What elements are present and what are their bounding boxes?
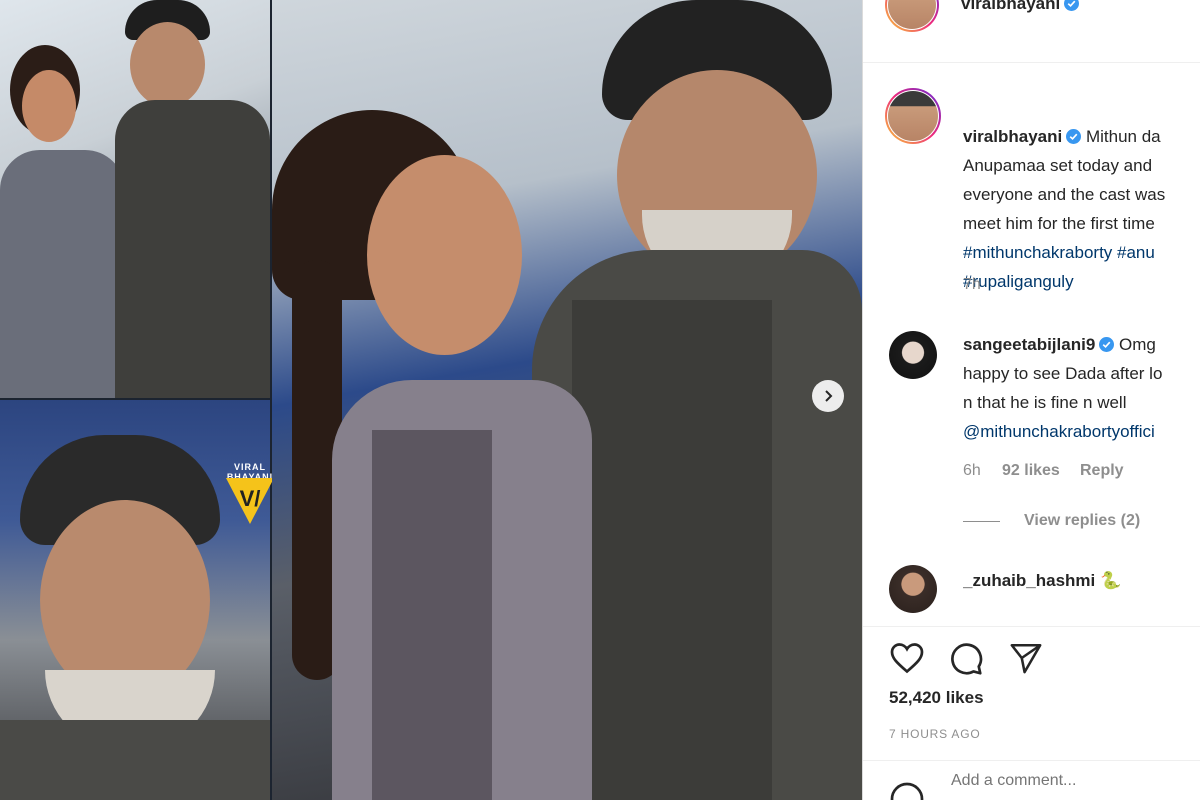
like-count[interactable]: 52,420 likes: [889, 688, 984, 708]
comment-line: Omg: [1119, 335, 1156, 354]
chevron-right-icon: [825, 390, 833, 402]
shawl-shape: [115, 100, 270, 398]
comment-icon: [951, 643, 983, 675]
photo-bottom-left: [0, 400, 270, 800]
photo-main: [272, 0, 862, 800]
hashtag-line[interactable]: #mithunchakraborty #anu: [963, 238, 1200, 267]
watermark-logo: V/: [226, 478, 274, 524]
like-button[interactable]: [889, 641, 925, 678]
comment-like-count[interactable]: 92 likes: [1002, 462, 1060, 480]
saree-pallu: [372, 430, 492, 800]
caption-line: meet him for the first time: [963, 214, 1155, 233]
face-shape-2: [130, 22, 205, 107]
caption-username[interactable]: viralbhayani: [963, 127, 1082, 146]
collage-left-column: VIRAL BHAYANI V/: [0, 0, 274, 800]
commenter-avatar[interactable]: [889, 331, 937, 379]
action-bar: [863, 626, 1200, 687]
svg-text:V/: V/: [240, 486, 261, 511]
caption-line: Anupamaa set today and: [963, 156, 1153, 175]
smiley-icon[interactable]: [889, 781, 925, 800]
comment-username[interactable]: _zuhaib_hashmi: [963, 571, 1095, 590]
view-replies-button[interactable]: View replies (2): [1024, 512, 1140, 530]
comment-line: n that he is fine n well: [963, 393, 1127, 412]
post-media[interactable]: VIRAL BHAYANI V/: [0, 0, 862, 800]
shawl-shape-2: [0, 720, 270, 800]
post-time-ago[interactable]: 7 HOURS AGO: [889, 727, 981, 741]
add-comment-input[interactable]: [949, 771, 1173, 791]
next-slide-button[interactable]: [812, 380, 844, 412]
hashtag-line[interactable]: #rupaliganguly: [963, 267, 1200, 296]
shirt-shape-main: [572, 300, 772, 800]
comment-username[interactable]: sangeetabijlani9: [963, 335, 1115, 354]
photo-top-left: [0, 0, 270, 398]
header-username[interactable]: viralbhayani: [961, 0, 1080, 14]
saree-shape: [0, 150, 125, 398]
verified-badge-icon: [1099, 337, 1115, 352]
verified-badge-icon: [1066, 129, 1082, 144]
post-header: viralbhayani: [863, 0, 1200, 63]
add-comment-bar: [863, 760, 1200, 800]
paper-plane-icon: [1010, 643, 1042, 674]
caption-line: everyone and the cast was: [963, 185, 1166, 204]
comment-button[interactable]: [948, 641, 984, 680]
replies-divider: [963, 521, 1000, 522]
reply-button[interactable]: Reply: [1080, 462, 1124, 480]
comment-mention[interactable]: @mithunchakrabortyoffici: [963, 417, 1200, 446]
caption-line: Mithun da: [1085, 127, 1161, 146]
share-button[interactable]: [1008, 641, 1044, 678]
caption-timestamp[interactable]: 7h: [963, 276, 981, 294]
comment-text: _zuhaib_hashmi 🐍: [963, 566, 1200, 595]
comment-text: sangeetabijlani9 Omg happy to see Dada a…: [963, 330, 1200, 446]
snake-emoji: 🐍: [1100, 571, 1122, 590]
face-shape: [22, 70, 76, 142]
author-avatar[interactable]: [885, 0, 939, 32]
comment-line: happy to see Dada after lo: [963, 364, 1163, 383]
post-sidebar: viralbhayani viralbhayani Mithun da Anup…: [862, 0, 1200, 800]
heart-icon: [890, 643, 924, 674]
commenter-avatar[interactable]: [889, 565, 937, 613]
verified-badge-icon: [1064, 0, 1080, 11]
post-caption: viralbhayani Mithun da Anupamaa set toda…: [963, 122, 1200, 296]
caption-author-avatar[interactable]: [885, 88, 941, 144]
face-shape-woman: [367, 155, 522, 355]
comment-timestamp[interactable]: 6h: [963, 462, 981, 480]
